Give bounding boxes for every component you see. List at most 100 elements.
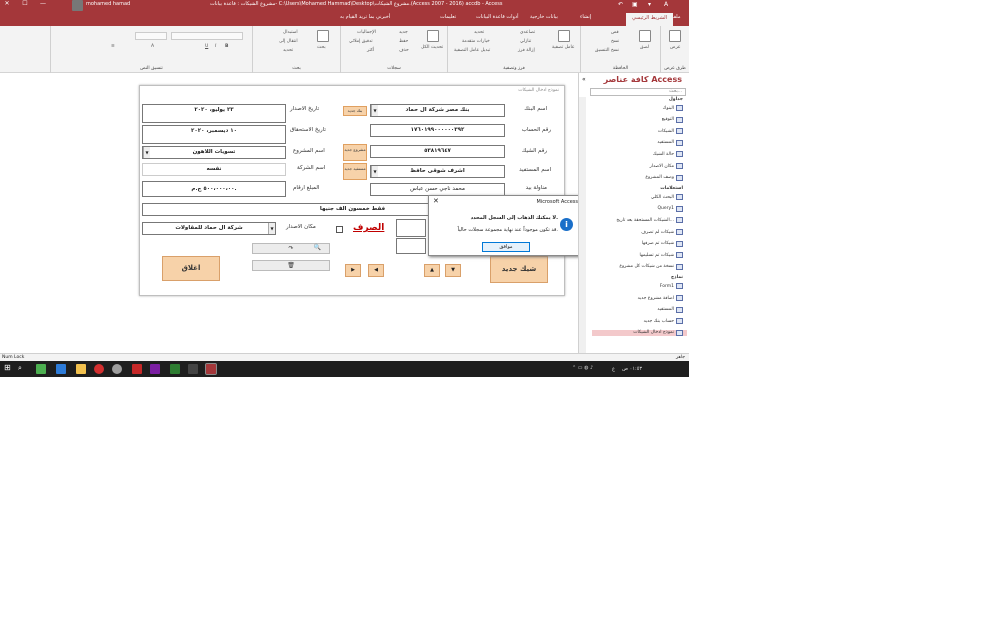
prev-record-button[interactable]: ◀: [368, 264, 384, 277]
nav-item[interactable]: Query1: [657, 205, 683, 212]
new-bank-button[interactable]: بنك جديد: [343, 106, 367, 116]
new-cheque-button[interactable]: شيك جديد: [490, 256, 548, 283]
nav-item[interactable]: المستفيد: [657, 306, 683, 313]
search-icon[interactable]: ⌕: [18, 364, 28, 374]
goto-button[interactable]: انتقال إلى: [279, 39, 298, 44]
new-project-button[interactable]: مشروع جديد: [343, 144, 367, 161]
issue-date-field[interactable]: ٢٣ يوليو، ٢٠٢٠: [142, 104, 286, 123]
paste-icon[interactable]: [639, 30, 651, 42]
app-icon-3[interactable]: [132, 364, 142, 374]
find-icon[interactable]: [317, 30, 329, 42]
filter-icon[interactable]: [558, 30, 570, 42]
refresh-icon[interactable]: [427, 30, 439, 42]
nav-item[interactable]: البحث الكلي: [651, 194, 683, 201]
tab-database-tools[interactable]: أدوات قاعدة البيانات: [476, 14, 519, 20]
app-icon-1[interactable]: [36, 364, 46, 374]
more-button[interactable]: أكثر: [367, 48, 374, 53]
collapse-icon[interactable]: «: [582, 76, 586, 83]
replace-button[interactable]: استبدال: [283, 30, 298, 35]
nav-item[interactable]: نسخة من شيكات كل مشروع: [619, 263, 683, 270]
remove-sort-button[interactable]: إزالة فرز: [518, 48, 535, 53]
app-icon-4[interactable]: [150, 364, 160, 374]
beneficiary-combo[interactable]: اشرف شوقى حافظ ▼: [370, 165, 505, 178]
select-button[interactable]: تحديد: [283, 48, 293, 53]
delete-button[interactable]: 🗑: [252, 260, 330, 271]
excel-icon[interactable]: [170, 364, 180, 374]
nav-item[interactable]: المستفيد: [657, 139, 683, 146]
tab-create[interactable]: إنشاء: [580, 14, 591, 20]
chevron-down-icon[interactable]: ▼: [143, 147, 150, 158]
access-taskbar-icon[interactable]: [205, 363, 217, 375]
paid-checkbox[interactable]: [336, 226, 343, 233]
avatar[interactable]: [72, 0, 83, 11]
spelling-button[interactable]: تدقيق إملائي: [349, 39, 373, 44]
italic-icon[interactable]: I: [215, 44, 216, 49]
new-beneficiary-button[interactable]: مستفيد جديد: [343, 163, 367, 180]
opera-icon[interactable]: [94, 364, 104, 374]
extra-field-1[interactable]: [396, 219, 426, 237]
nav-item[interactable]: الشيكات: [658, 128, 683, 135]
nav-item[interactable]: مكان الاصدار: [650, 163, 683, 169]
nav-title[interactable]: كافة عناصر Access: [579, 73, 689, 87]
customize-icon[interactable]: ▾: [648, 1, 651, 8]
bank-combo[interactable]: بنك مصر شركة ال حماد ▼: [370, 104, 505, 117]
font-name-dropdown[interactable]: [171, 32, 243, 40]
align-icon[interactable]: ≡: [111, 44, 115, 49]
format-painter-button[interactable]: نسخ التنسيق: [595, 48, 619, 53]
nav-section-header[interactable]: استعلامات: [660, 186, 683, 191]
chevron-down-icon[interactable]: ▼: [371, 166, 378, 177]
font-color-icon[interactable]: A: [151, 44, 154, 49]
cut-button[interactable]: قص: [611, 30, 619, 35]
nav-item[interactable]: الشيكات المستحقة بعد تاريخ...: [616, 217, 683, 224]
project-combo[interactable]: تسويات اللاهون ▼: [142, 146, 286, 159]
issue-place-combo[interactable]: شركة ال حماد للمقاولات ▼: [142, 222, 276, 235]
folder-icon[interactable]: [76, 364, 86, 374]
toggle-filter-button[interactable]: تبديل عامل التصفية: [454, 48, 490, 53]
selection-button[interactable]: تحديد: [474, 30, 484, 35]
font-size-dropdown[interactable]: [135, 32, 167, 40]
app-icon-2[interactable]: [56, 364, 66, 374]
save-record-button[interactable]: حفظ: [399, 39, 408, 44]
descending-button[interactable]: تنازلي: [520, 39, 531, 44]
nav-item[interactable]: شيكات تم تسليمها: [640, 252, 683, 259]
view-icon[interactable]: [669, 30, 681, 42]
nav-item[interactable]: حالة الشيك: [653, 151, 683, 158]
account-field[interactable]: ١٧٦٠١٩٩٠٠٠٠٠٠٣٩٢: [370, 124, 505, 137]
close-window-button[interactable]: ✕: [0, 0, 14, 11]
chrome-icon[interactable]: [112, 364, 122, 374]
nav-item[interactable]: حساب بنك جديد: [644, 318, 683, 325]
tell-me-box[interactable]: أخبرني بما تريد القيام به: [340, 14, 390, 20]
search-button[interactable]: 🔍: [305, 243, 330, 254]
nav-item[interactable]: شيكات لم تصرف: [641, 229, 683, 235]
tab-external-data[interactable]: بيانات خارجية: [530, 14, 558, 20]
company-field[interactable]: نفسه: [142, 163, 286, 176]
nav-search-input[interactable]: بحث...: [590, 88, 686, 96]
down-button[interactable]: ▼: [445, 264, 461, 277]
app-icon-5[interactable]: [188, 364, 198, 374]
close-form-button[interactable]: اغلاق: [162, 256, 220, 281]
minimize-button[interactable]: —: [36, 0, 50, 11]
tray-icons[interactable]: ⌃ ▭ ◍ ♪: [572, 365, 593, 371]
close-icon[interactable]: ✕: [433, 197, 439, 205]
ascending-button[interactable]: تصاعدي: [520, 30, 535, 35]
new-record-button[interactable]: جديد: [399, 30, 408, 35]
tab-help[interactable]: تعليمات: [440, 14, 456, 20]
nav-item[interactable]: وصف المشروع: [645, 174, 683, 181]
due-date-field[interactable]: ١٠ ديسمبر، ٢٠٢٠: [142, 125, 286, 144]
windows-start-icon[interactable]: ⊞: [4, 363, 14, 373]
underline-icon[interactable]: U: [205, 44, 208, 49]
nav-item[interactable]: شيكات تم صرفها: [642, 240, 683, 247]
cheque-no-field[interactable]: ٥٣٨١٩٦٤٧: [370, 145, 505, 158]
nav-item[interactable]: التوقيع: [662, 116, 683, 123]
extra-field-2[interactable]: [396, 238, 426, 254]
bold-icon[interactable]: B: [225, 44, 228, 49]
undo-icon[interactable]: ↶: [618, 1, 623, 8]
ok-button[interactable]: موافق: [482, 242, 530, 252]
up-button[interactable]: ▲: [424, 264, 440, 277]
delete-record-button[interactable]: حذف: [399, 48, 409, 53]
save-icon[interactable]: ▣: [632, 1, 638, 8]
chevron-down-icon[interactable]: ▼: [371, 105, 378, 116]
nav-scrollbar[interactable]: [579, 97, 586, 353]
maximize-button[interactable]: ☐: [18, 0, 32, 11]
nav-section-header[interactable]: نماذج: [671, 275, 683, 280]
